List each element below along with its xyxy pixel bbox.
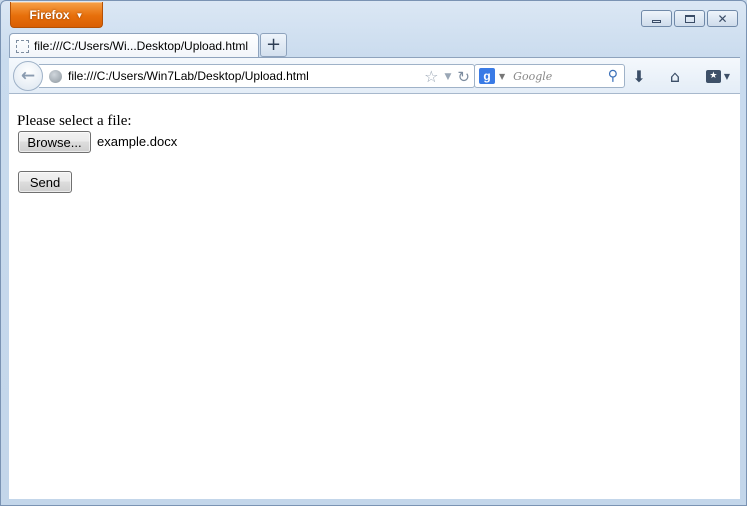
home-button[interactable]: ⌂ — [664, 66, 686, 86]
send-button[interactable]: Send — [18, 171, 72, 193]
new-tab-button[interactable]: + — [260, 33, 287, 57]
selected-file-name: example.docx — [97, 134, 178, 149]
bookmarks-button[interactable]: ★ ▼ — [701, 66, 735, 86]
history-dropdown-icon[interactable]: ▼ — [445, 72, 452, 82]
blank-page-icon — [16, 39, 29, 53]
globe-icon — [49, 69, 62, 83]
google-icon[interactable]: g — [479, 68, 495, 84]
search-placeholder: Google — [513, 69, 553, 83]
close-icon: ✕ — [717, 11, 728, 26]
tab-title: file:///C:/Users/Wi...Desktop/Upload.htm… — [34, 39, 249, 53]
home-icon: ⌂ — [669, 66, 681, 86]
search-icon[interactable]: ⚲ — [608, 68, 618, 84]
back-button[interactable]: ← — [13, 61, 43, 91]
download-arrow-icon: ⬇ — [632, 66, 646, 86]
minimize-icon — [652, 20, 661, 23]
chevron-down-icon: ▼ — [75, 10, 84, 20]
browser-window: Firefox ▼ ✕ file:///C:/Users/Wi...Deskto… — [0, 0, 747, 506]
url-text: file:///C:/Users/Win7Lab/Desktop/Upload.… — [68, 69, 309, 83]
search-bar[interactable]: g ▼ Google ⚲ — [474, 64, 625, 88]
file-prompt-label: Please select a file: — [17, 113, 132, 129]
window-controls: ✕ — [641, 10, 738, 27]
url-bar-icons: ☆ ▼ ↻ — [424, 67, 470, 86]
tab-upload[interactable]: file:///C:/Users/Wi...Desktop/Upload.htm… — [9, 33, 259, 58]
reload-icon[interactable]: ↻ — [457, 68, 470, 86]
firefox-menu-button[interactable]: Firefox ▼ — [10, 2, 103, 28]
page-content: Please select a file: Browse... example.… — [9, 94, 740, 499]
browse-button[interactable]: Browse... — [18, 131, 91, 153]
bookmarks-icon: ★ — [705, 69, 721, 83]
maximize-button[interactable] — [674, 10, 705, 27]
downloads-button[interactable]: ⬇ — [628, 66, 650, 86]
back-arrow-icon: ← — [20, 66, 36, 86]
firefox-menu-label: Firefox — [29, 7, 70, 22]
plus-icon: + — [265, 34, 282, 55]
minimize-button[interactable] — [641, 10, 672, 27]
bookmark-star-icon[interactable]: ☆ — [424, 67, 438, 86]
url-bar[interactable]: file:///C:/Users/Win7Lab/Desktop/Upload.… — [39, 64, 475, 88]
navigation-toolbar: file:///C:/Users/Win7Lab/Desktop/Upload.… — [9, 57, 740, 94]
maximize-icon — [684, 14, 695, 23]
search-engine-dropdown-icon[interactable]: ▼ — [499, 72, 505, 81]
close-window-button[interactable]: ✕ — [707, 10, 738, 27]
chevron-down-icon: ▼ — [723, 71, 731, 81]
